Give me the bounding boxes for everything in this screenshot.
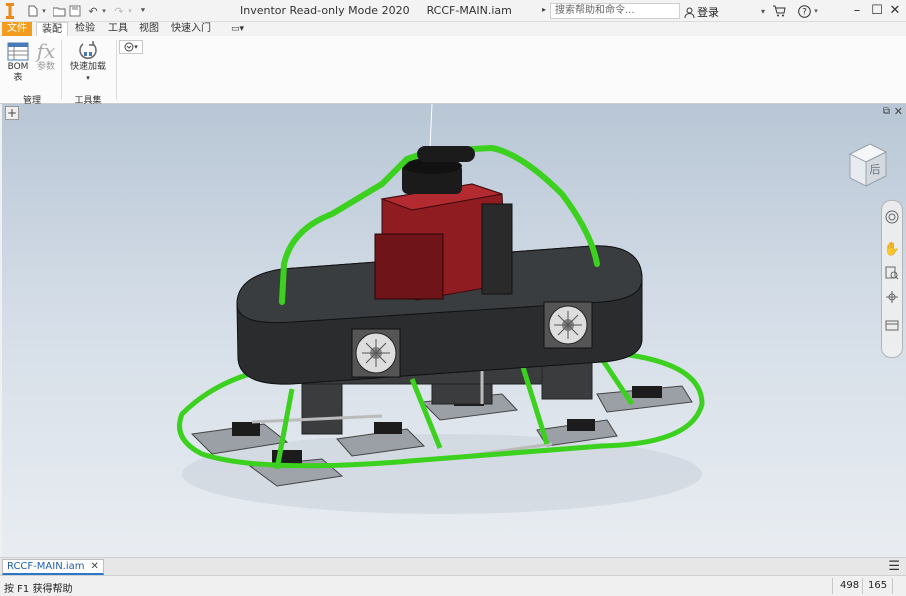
assembly-model[interactable]	[2, 104, 906, 557]
new-dropdown-icon[interactable]: ▾	[40, 3, 48, 19]
ribbon-display-options-icon[interactable]: ▭▾	[226, 22, 249, 36]
search-expand-icon[interactable]: ▸	[542, 5, 546, 14]
close-icon[interactable]: ✕	[91, 560, 99, 573]
bom-label-1: BOM	[7, 62, 29, 72]
help-icon[interactable]: ?	[796, 3, 812, 19]
bom-button[interactable]: BOM 表	[4, 40, 32, 84]
fx-icon: fx	[36, 39, 56, 63]
status-separator	[892, 578, 893, 594]
zoom-icon[interactable]	[884, 265, 900, 281]
app-title: Inventor Read-only Mode 2020	[240, 4, 410, 17]
tab-file[interactable]: 文件	[2, 22, 32, 36]
viewcube[interactable]: 后	[844, 140, 890, 188]
document-tab-bar: RCCF-MAIN.iam ✕ ☰	[0, 557, 906, 575]
tab-tools[interactable]: 工具	[103, 22, 133, 36]
tab-get-started[interactable]: 快速入门	[166, 22, 216, 36]
look-at-icon[interactable]	[884, 317, 900, 333]
file-name: RCCF-MAIN.iam	[426, 4, 512, 17]
save-icon[interactable]	[68, 3, 82, 19]
status-separator	[832, 578, 833, 594]
pan-icon[interactable]: ✋	[884, 241, 900, 257]
quick-load-dropdown-icon[interactable]: ▾	[86, 73, 90, 84]
parameters-label: 参数	[36, 62, 55, 72]
ribbon-tab-bar: 文件 装配 检验 工具 视图 快速入门 ▭▾	[0, 22, 906, 36]
document-tab[interactable]: RCCF-MAIN.iam ✕	[2, 559, 104, 575]
close-button[interactable]: ✕	[886, 2, 904, 20]
sign-in-button[interactable]: 登录	[684, 4, 719, 20]
help-dropdown-icon[interactable]: ▾	[812, 3, 820, 19]
status-bar: 按 F1 获得帮助 498 165	[0, 575, 906, 596]
viewport-restore-icon[interactable]: ⧉	[883, 106, 890, 117]
new-file-icon[interactable]	[26, 3, 40, 19]
undo-dropdown-icon[interactable]: ▾	[100, 3, 108, 19]
parameters-button[interactable]: fx 参数	[34, 40, 58, 73]
steering-wheel-icon[interactable]	[884, 209, 900, 225]
cart-icon[interactable]	[772, 3, 786, 19]
window-title: Inventor Read-only Mode 2020 RCCF-MAIN.i…	[240, 4, 512, 17]
tab-view[interactable]: 视图	[134, 22, 164, 36]
chevron-down-icon: ▾	[134, 43, 138, 51]
quick-load-label: 快速加载	[69, 62, 106, 72]
handle-grip	[417, 146, 475, 162]
title-bar: ▾ ↶ ▾ ↷ ▾ ⯆ Inventor Read-only Mode 2020…	[0, 0, 906, 22]
viewport-add-button[interactable]: +	[5, 106, 19, 120]
status-help-text: 按 F1 获得帮助	[4, 584, 73, 595]
tab-inspect[interactable]: 检验	[70, 22, 100, 36]
minimize-button[interactable]: –	[848, 2, 866, 20]
user-dropdown-icon[interactable]: ▾	[758, 3, 768, 19]
motor-unit	[374, 158, 513, 301]
user-icon	[684, 7, 695, 18]
menu-icon[interactable]: ☰	[888, 560, 900, 573]
cooling-fan	[543, 301, 593, 349]
maximize-button[interactable]: ☐	[868, 2, 886, 20]
quick-load-icon	[79, 41, 97, 59]
ribbon-extra-dropdown[interactable]: ▾	[119, 40, 143, 54]
tab-assemble[interactable]: 装配	[36, 22, 68, 36]
customize-qat-icon[interactable]: ⯆	[138, 3, 148, 19]
quick-load-button[interactable]: 快速加载 ▾	[66, 40, 110, 84]
document-tab-label: RCCF-MAIN.iam	[7, 561, 85, 572]
panel-separator	[116, 40, 117, 100]
ribbon-panel: BOM 表 fx 参数 快速加载 ▾ ▾ 管理 工具集	[0, 36, 906, 106]
status-count-2: 165	[868, 580, 888, 591]
panel-separator	[61, 40, 62, 100]
status-separator	[862, 578, 863, 594]
bom-table-icon	[7, 42, 29, 61]
help-search-input[interactable]: 搜索帮助和命令...	[550, 3, 680, 19]
undo-icon[interactable]: ↶	[86, 3, 100, 19]
svg-text:?: ?	[802, 7, 807, 17]
viewcube-face-label: 后	[870, 163, 881, 176]
inventor-logo-icon[interactable]	[6, 3, 14, 19]
redo-dropdown-icon[interactable]: ▾	[126, 3, 134, 19]
redo-icon[interactable]: ↷	[112, 3, 126, 19]
sign-in-label: 登录	[697, 6, 719, 19]
status-count-1: 498	[840, 580, 860, 591]
target-icon	[124, 42, 134, 52]
navigation-bar: ✋	[881, 200, 903, 358]
cooling-fan	[351, 328, 401, 378]
viewport-close-icon[interactable]: ✕	[894, 105, 903, 118]
graphics-viewport[interactable]: + ⧉ ✕ 后 ✋	[2, 104, 906, 557]
open-folder-icon[interactable]	[52, 3, 66, 19]
bom-label-2: 表	[13, 73, 23, 83]
orbit-icon[interactable]	[884, 289, 900, 305]
